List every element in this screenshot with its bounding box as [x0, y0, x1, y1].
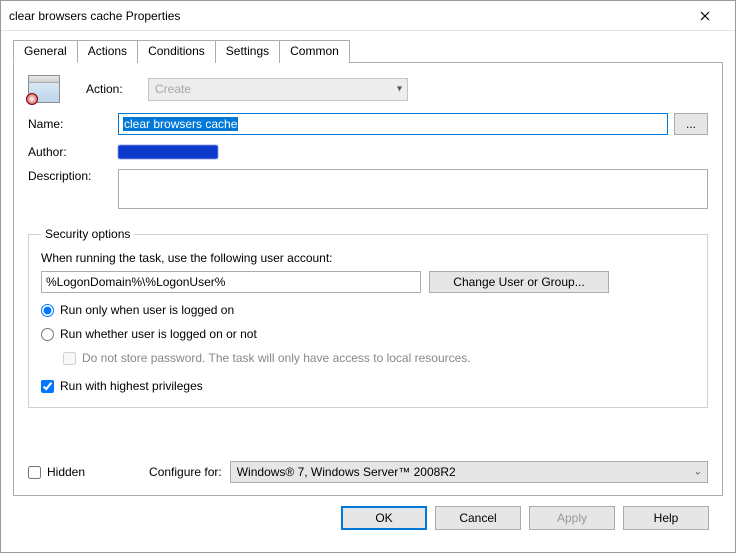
description-label: Description:: [28, 169, 118, 183]
apply-button[interactable]: Apply: [529, 506, 615, 530]
action-select[interactable]: Create: [148, 78, 408, 101]
titlebar: clear browsers cache Properties: [1, 1, 735, 31]
ok-button[interactable]: OK: [341, 506, 427, 530]
radio-logged-on-input[interactable]: [41, 304, 54, 317]
hidden-input[interactable]: [28, 466, 41, 479]
hidden-check[interactable]: Hidden: [28, 465, 85, 479]
do-not-store-check: Do not store password. The task will onl…: [63, 351, 695, 365]
description-input[interactable]: [118, 169, 708, 209]
security-options-group: Security options When running the task, …: [28, 227, 708, 408]
task-icon: [28, 75, 60, 103]
do-not-store-input: [63, 352, 76, 365]
change-user-button[interactable]: Change User or Group...: [429, 271, 609, 293]
browse-button[interactable]: ...: [674, 113, 708, 135]
user-account-input[interactable]: [41, 271, 421, 293]
radio-logged-on[interactable]: Run only when user is logged on: [41, 303, 695, 317]
tab-strip: General Actions Conditions Settings Comm…: [13, 39, 723, 62]
help-button[interactable]: Help: [623, 506, 709, 530]
highest-privileges-input[interactable]: [41, 380, 54, 393]
tab-conditions[interactable]: Conditions: [137, 40, 216, 63]
properties-dialog: clear browsers cache Properties General …: [0, 0, 736, 553]
configure-for-label: Configure for:: [149, 465, 222, 479]
tab-common[interactable]: Common: [279, 40, 350, 63]
close-button[interactable]: [683, 2, 727, 30]
security-legend: Security options: [41, 227, 134, 241]
window-title: clear browsers cache Properties: [9, 9, 683, 23]
cancel-button[interactable]: Cancel: [435, 506, 521, 530]
general-panel: Action: Create ▾ Name: clear browsers ca…: [13, 62, 723, 496]
action-label: Action:: [86, 82, 148, 96]
author-value-redacted: [118, 145, 218, 159]
configure-for-select[interactable]: Windows® 7, Windows Server™ 2008R2: [230, 461, 708, 483]
highest-privileges-check[interactable]: Run with highest privileges: [41, 379, 695, 393]
close-icon: [700, 11, 710, 21]
tab-general[interactable]: General: [13, 40, 78, 63]
name-label: Name:: [28, 117, 118, 131]
radio-not-logged[interactable]: Run whether user is logged on or not: [41, 327, 695, 341]
author-label: Author:: [28, 145, 118, 159]
radio-not-logged-input[interactable]: [41, 328, 54, 341]
name-input[interactable]: clear browsers cache: [118, 113, 668, 135]
security-prompt: When running the task, use the following…: [41, 251, 695, 265]
tab-actions[interactable]: Actions: [77, 40, 138, 63]
dialog-footer: OK Cancel Apply Help: [13, 496, 723, 540]
tab-settings[interactable]: Settings: [215, 40, 280, 63]
